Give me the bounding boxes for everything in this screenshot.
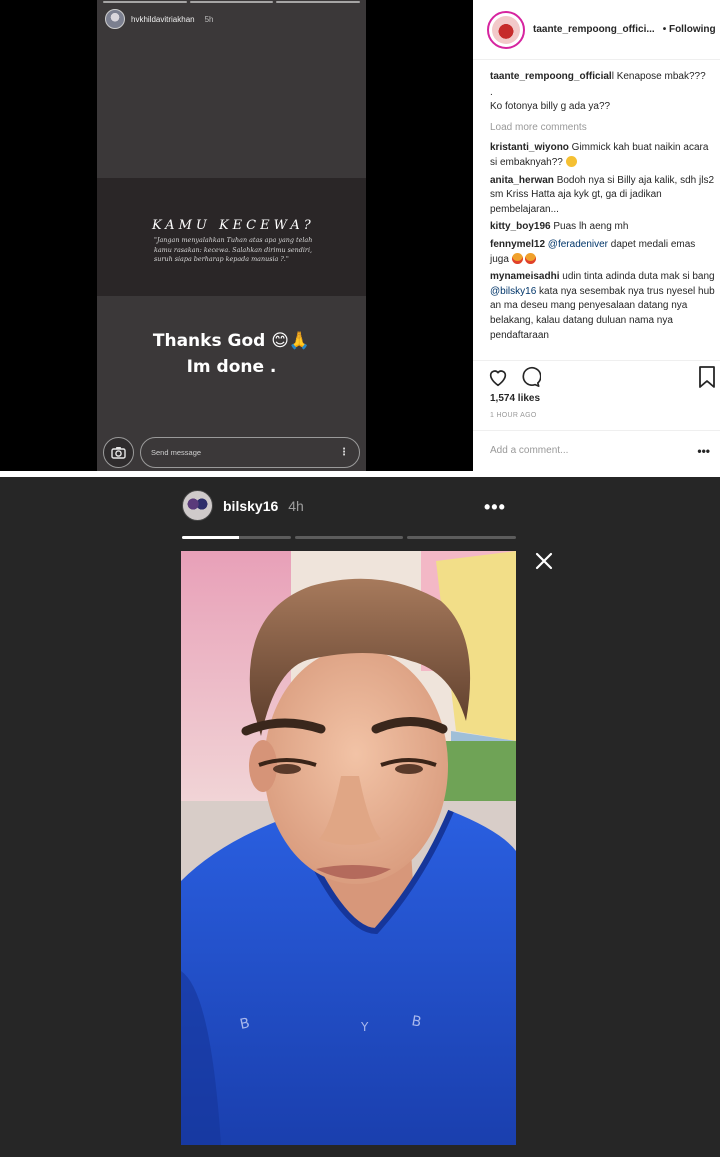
- story-caption-line: Thanks God 😊🙏: [152, 331, 311, 351]
- comment-icon[interactable]: [519, 366, 541, 388]
- story-username[interactable]: bilsky16: [223, 498, 278, 514]
- send-message-placeholder: Send message: [151, 448, 202, 457]
- grimacing-emoji-icon: [565, 155, 577, 167]
- more-vertical-icon[interactable]: ⋮: [339, 447, 349, 458]
- caption-username[interactable]: taante_rempoong_official: [490, 71, 612, 82]
- post-caption: taante_rempoong_officiall Kenapose mbak?…: [490, 70, 715, 85]
- story-progress-segment: [182, 536, 291, 539]
- comment: kitty_boy196 Puas lh aeng mh: [490, 220, 715, 235]
- quote-body: "Jangan menyalahkan Tuhan atas apa yang …: [154, 236, 313, 263]
- add-comment-input[interactable]: Add a comment... •••: [473, 430, 720, 470]
- comment: fennymel12 @feradeniver dapet medali ema…: [490, 238, 715, 267]
- story-progress-segment: [276, 1, 361, 3]
- likes-count[interactable]: 1,574 likes: [490, 393, 540, 404]
- avatar-image: [492, 15, 520, 44]
- comment: mynameisadhi udin tinta adinda duta mak …: [490, 270, 715, 343]
- close-icon[interactable]: [534, 551, 554, 571]
- story-time: 4h: [288, 497, 304, 514]
- comment: anita_herwan Bodoh nya si Billy aja kali…: [490, 174, 715, 218]
- avatar[interactable]: [105, 9, 125, 29]
- load-more-comments-link[interactable]: Load more comments: [490, 121, 715, 136]
- story-caption: Thanks God 😊🙏 Im done .: [97, 328, 366, 380]
- comment-mention-link[interactable]: @feradeniver: [545, 239, 608, 250]
- comment-username[interactable]: kristanti_wiyono: [490, 142, 569, 153]
- comment-username[interactable]: anita_herwan: [490, 175, 554, 186]
- send-message-input[interactable]: Send message ⋮: [140, 437, 360, 468]
- story-progress-bar: [103, 1, 361, 3]
- comment-text: udin tinta adinda duta mak si bang: [559, 271, 715, 283]
- story-progress-segment: [407, 536, 517, 539]
- comment-username[interactable]: fennymel12: [490, 239, 545, 250]
- story-time: 5h: [204, 14, 214, 24]
- story-username[interactable]: hvkhildavitriakhan: [131, 15, 195, 24]
- caption-text: .: [490, 86, 493, 98]
- caption-text: l Kenapose mbak???: [611, 71, 706, 82]
- avatar[interactable]: [182, 490, 213, 521]
- post-header: taante_rempoong_offici... • Following: [473, 0, 720, 60]
- camera-button[interactable]: [103, 437, 134, 468]
- selfie-image: B B Y: [181, 551, 516, 1145]
- story-progress-segment: [189, 1, 274, 3]
- story-progress-segment: [103, 1, 187, 3]
- story-reply-bar: Send message ⋮: [103, 437, 360, 468]
- action-icons: [487, 366, 716, 388]
- progress-fill: [182, 536, 239, 539]
- story-progress-bar: [182, 536, 517, 539]
- story-progress-segment: [294, 536, 404, 539]
- post-timestamp: 1 HOUR AGO: [490, 412, 537, 419]
- story-caption-line: Im done .: [186, 357, 277, 377]
- comment: kristanti_wiyono Gimmick kah buat naikin…: [490, 141, 715, 170]
- comment-mention-link[interactable]: @bilsky16: [490, 286, 536, 297]
- add-comment-placeholder: Add a comment...: [490, 445, 569, 456]
- instagram-web-top-panel: hvkhildavitriakhan 5h KAMU KECEWA? "Jang…: [0, 0, 720, 471]
- comment-username[interactable]: kitty_boy196: [490, 221, 551, 232]
- story-header: hvkhildavitriakhan 5h: [105, 9, 214, 29]
- post-panel: taante_rempoong_offici... • Following ta…: [473, 0, 720, 471]
- more-options-icon[interactable]: •••: [697, 444, 710, 458]
- following-button[interactable]: • Following: [663, 24, 716, 35]
- quote-card: KAMU KECEWA? "Jangan menyalahkan Tuhan a…: [97, 178, 366, 296]
- quote-title: KAMU KECEWA?: [152, 218, 315, 233]
- post-actions: 1,574 likes 1 HOUR AGO: [473, 360, 720, 440]
- comments-list: taante_rempoong_officiall Kenapose mbak?…: [490, 70, 715, 346]
- screenshot-composite: hvkhildavitriakhan 5h KAMU KECEWA? "Jang…: [0, 0, 720, 1157]
- caption-text: Ko fotonya billy g ada ya??: [490, 101, 611, 113]
- comment-username[interactable]: mynameisadhi: [490, 271, 559, 282]
- story-photo[interactable]: B B Y: [181, 551, 516, 1145]
- heart-eyes-emoji-icon: [511, 252, 523, 264]
- heart-icon[interactable]: [487, 366, 509, 388]
- heart-eyes-emoji-icon: [525, 252, 537, 264]
- story-viewer: bilsky16 4h ••• B B Y: [0, 477, 720, 1157]
- comment-text: Puas lh aeng mh: [550, 221, 629, 233]
- camera-icon: [111, 447, 126, 459]
- story-frame[interactable]: hvkhildavitriakhan 5h KAMU KECEWA? "Jang…: [97, 0, 366, 471]
- story-header: bilsky16 4h: [182, 490, 304, 521]
- post-username[interactable]: taante_rempoong_offici...: [533, 24, 655, 35]
- more-options-button[interactable]: •••: [484, 497, 506, 518]
- avatar[interactable]: [487, 10, 525, 49]
- bookmark-icon[interactable]: [698, 366, 716, 388]
- svg-text:Y: Y: [360, 1020, 369, 1034]
